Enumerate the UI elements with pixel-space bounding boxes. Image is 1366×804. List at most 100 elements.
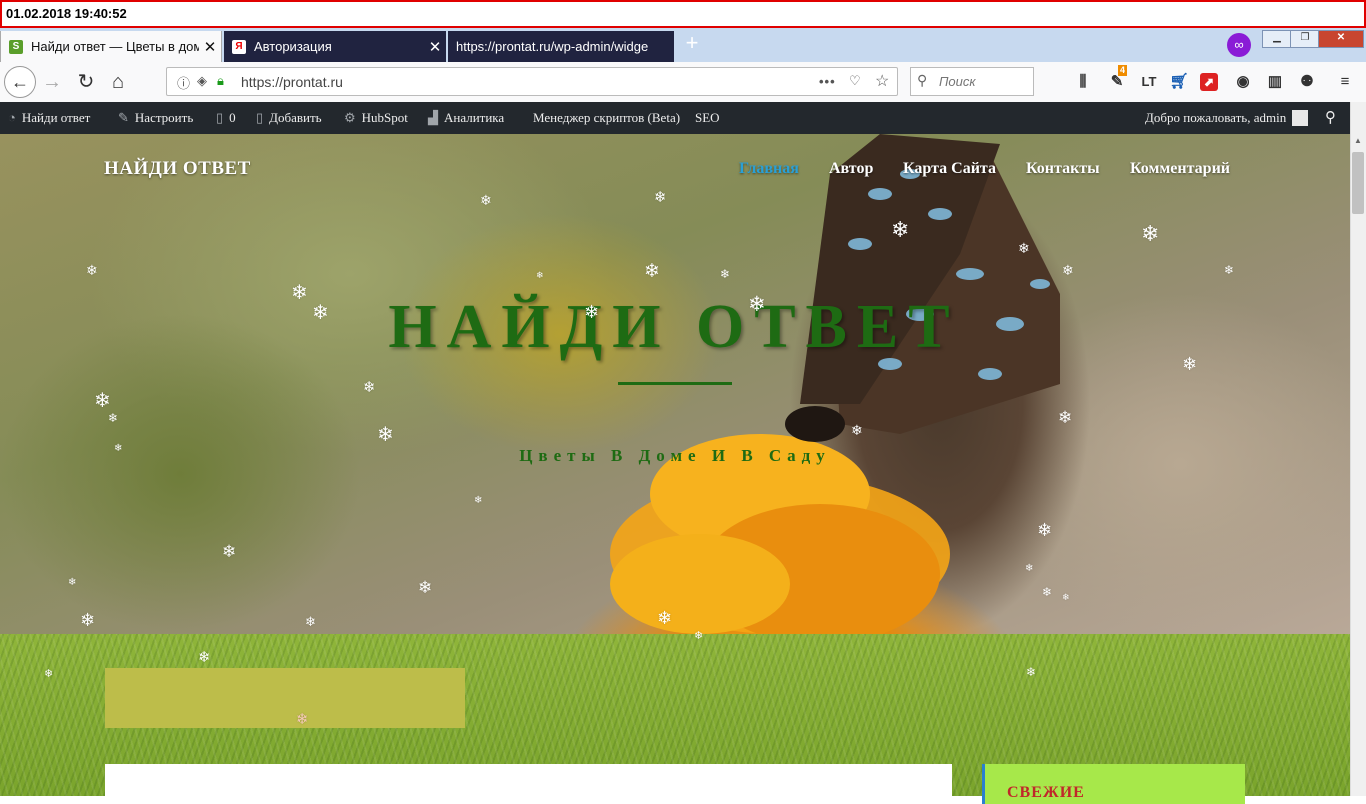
wp-site-label: Найди ответ (21, 110, 91, 125)
home-icon[interactable]: ⌂ (106, 70, 130, 94)
plus-icon: ▯ (256, 110, 264, 125)
sidebar-toggle-icon[interactable]: ▥ (1264, 71, 1286, 93)
sidebar-heading: СВЕЖИЕ (1007, 784, 1085, 801)
snowflake-icon: ❄ (198, 648, 211, 666)
wp-comments-link[interactable]: ▯ 0 (216, 110, 236, 126)
snowflake-icon: ❄ (480, 193, 492, 209)
sidebar-widget: СВЕЖИЕ (982, 764, 1245, 804)
snowflake-icon: ❄ (1018, 241, 1030, 257)
main-content-panel (105, 764, 952, 804)
snowflake-icon: ❄ (1042, 585, 1053, 599)
page-actions-icon[interactable]: ••• (819, 74, 836, 89)
menu-item-home[interactable]: Главная (739, 160, 799, 178)
wp-analytics-label: Аналитика (444, 110, 505, 125)
back-arrow-icon[interactable]: ← (4, 66, 36, 98)
snowflake-icon: ❄ (1025, 563, 1034, 574)
analytics-chart-icon: ▟ (428, 110, 438, 125)
snowflake-icon: ❄ (1141, 222, 1160, 247)
search-icon: ⚲ (917, 72, 928, 88)
wp-analytics-link[interactable]: ▟ Аналитика (428, 110, 504, 126)
wp-site-link[interactable]: ◔ Найди ответ (8, 110, 90, 126)
wp-comments-count: 0 (229, 110, 236, 125)
tracking-shield-icon[interactable]: ◈ (197, 73, 207, 89)
snowflake-icon: ❄ (851, 423, 863, 439)
wp-customize-label: Настроить (134, 110, 194, 125)
snowflake-icon: ❄ (94, 388, 111, 412)
new-tab-icon[interactable]: + (680, 32, 704, 56)
wp-hubspot-link[interactable]: ⚙ HubSpot (344, 110, 408, 126)
snowflake-icon: ❄ (291, 280, 308, 304)
maximize-button[interactable]: ❐ (1290, 30, 1320, 48)
snowflake-icon: ❄ (1062, 593, 1070, 603)
tab-wp-admin-widgets[interactable]: https://prontat.ru/wp-admin/widge (448, 31, 674, 62)
scrollbar-thumb[interactable] (1352, 152, 1364, 214)
snowflake-icon: ❄ (68, 577, 77, 588)
close-tab-icon[interactable]: ✕ (424, 38, 446, 56)
minimize-button[interactable]: ▁ (1262, 30, 1292, 48)
search-box[interactable]: ⚲ (910, 67, 1034, 96)
wp-seo-link[interactable]: SEO (695, 110, 720, 126)
timestamp-text: 01.02.2018 19:40:52 (6, 6, 127, 21)
menu-item-author[interactable]: Автор (829, 160, 873, 178)
snowflake-icon: ❄ (748, 292, 766, 316)
private-mask-icon: ∞ (1227, 33, 1251, 57)
snowflake-icon: ❄ (1058, 408, 1073, 428)
url-bar[interactable]: ⓘ ◈ 🔒︎ https://prontat.ru ••• ♡ ☆ (166, 67, 898, 96)
close-tab-icon[interactable]: ✕ (199, 38, 221, 56)
tab-najdi-otvet[interactable]: S Найди ответ — Цветы в доме ✕ (0, 31, 222, 62)
forward-arrow-icon[interactable]: → (40, 70, 64, 94)
extension-badge-icon[interactable]: ✎ 4 (1106, 65, 1128, 93)
snowflake-icon: ❄ (296, 710, 309, 728)
hamburger-menu-icon[interactable]: ≡ (1334, 71, 1356, 93)
wp-customize-link[interactable]: ✎ Настроить (118, 110, 193, 126)
url-text[interactable]: https://prontat.ru (241, 74, 343, 90)
snowflake-icon: ❄ (377, 422, 394, 446)
tab-title: Авторизация (254, 39, 332, 54)
red-extension-icon[interactable]: ⬈ (1200, 73, 1218, 91)
info-icon[interactable]: ⓘ (177, 73, 190, 92)
tab-title: Найди ответ — Цветы в доме (31, 39, 199, 54)
snowflake-icon: ❄ (474, 495, 483, 506)
snowflake-icon: ❄ (1224, 263, 1235, 277)
comment-icon: ▯ (216, 110, 224, 125)
snowflake-icon: ❄ (891, 218, 910, 243)
wp-welcome-user[interactable]: Добро пожаловать, admin (1145, 110, 1286, 126)
tab-avtorizaciya[interactable]: Я Авторизация ✕ (224, 31, 446, 62)
hubspot-icon: ⚙ (344, 110, 356, 125)
wp-add-new-label: Добавить (269, 110, 322, 125)
hero-title: НАЙДИ ОТВЕТ (388, 293, 960, 361)
wp-search-icon[interactable]: ⚲ (1325, 108, 1336, 126)
bookmark-star-icon[interactable]: ☆ (875, 71, 889, 91)
hero-tagline: Цветы В Доме И В Саду (519, 446, 831, 465)
menu-item-contacts[interactable]: Контакты (1026, 160, 1100, 178)
reload-icon[interactable]: ↻ (74, 70, 98, 94)
avatar[interactable] (1292, 110, 1308, 126)
menu-item-comments[interactable]: Комментарий (1130, 160, 1230, 178)
snowflake-icon: ❄ (222, 542, 237, 562)
cart-icon[interactable]: 🛒︎ (1168, 71, 1190, 93)
widget-box (105, 668, 465, 728)
wp-add-new-link[interactable]: ▯ Добавить (256, 110, 322, 126)
site-logo-text[interactable]: НАЙДИ ОТВЕТ (104, 158, 251, 180)
search-input[interactable] (937, 73, 1031, 90)
library-icon[interactable]: ⫼ (1072, 71, 1094, 93)
window-close-button[interactable]: ✕ (1318, 30, 1364, 48)
wp-script-manager-link[interactable]: Менеджер скриптов (Beta) (533, 110, 680, 126)
scroll-up-arrow-icon[interactable]: ▲ (1350, 136, 1366, 150)
snowflake-icon: ❄ (694, 629, 704, 642)
dashboard-icon: ◔ (8, 110, 16, 125)
snowflake-icon: ❄ (418, 578, 433, 598)
snowflake-icon: ❄ (1037, 520, 1053, 541)
lock-icon[interactable]: 🔒︎ (217, 73, 224, 89)
wp-hubspot-label: HubSpot (361, 110, 408, 125)
snowflake-icon: ❄ (720, 267, 731, 281)
snowflake-icon: ❄ (657, 608, 673, 629)
pocket-icon[interactable]: ♡ (849, 73, 861, 89)
wp-admin-bar: ◔ Найди ответ ✎ Настроить ▯ 0 ▯ Добавить ⚙ Hu… (0, 102, 1352, 134)
lt-extension-icon[interactable]: LT (1138, 71, 1160, 93)
eye-extension-icon[interactable]: ◉ (1232, 71, 1254, 93)
menu-item-sitemap[interactable]: Карта Сайта (903, 160, 996, 178)
site-favicon-icon: S (9, 39, 23, 54)
title-underline (618, 382, 732, 385)
graph-extension-icon[interactable]: ⚉ (1296, 71, 1318, 93)
